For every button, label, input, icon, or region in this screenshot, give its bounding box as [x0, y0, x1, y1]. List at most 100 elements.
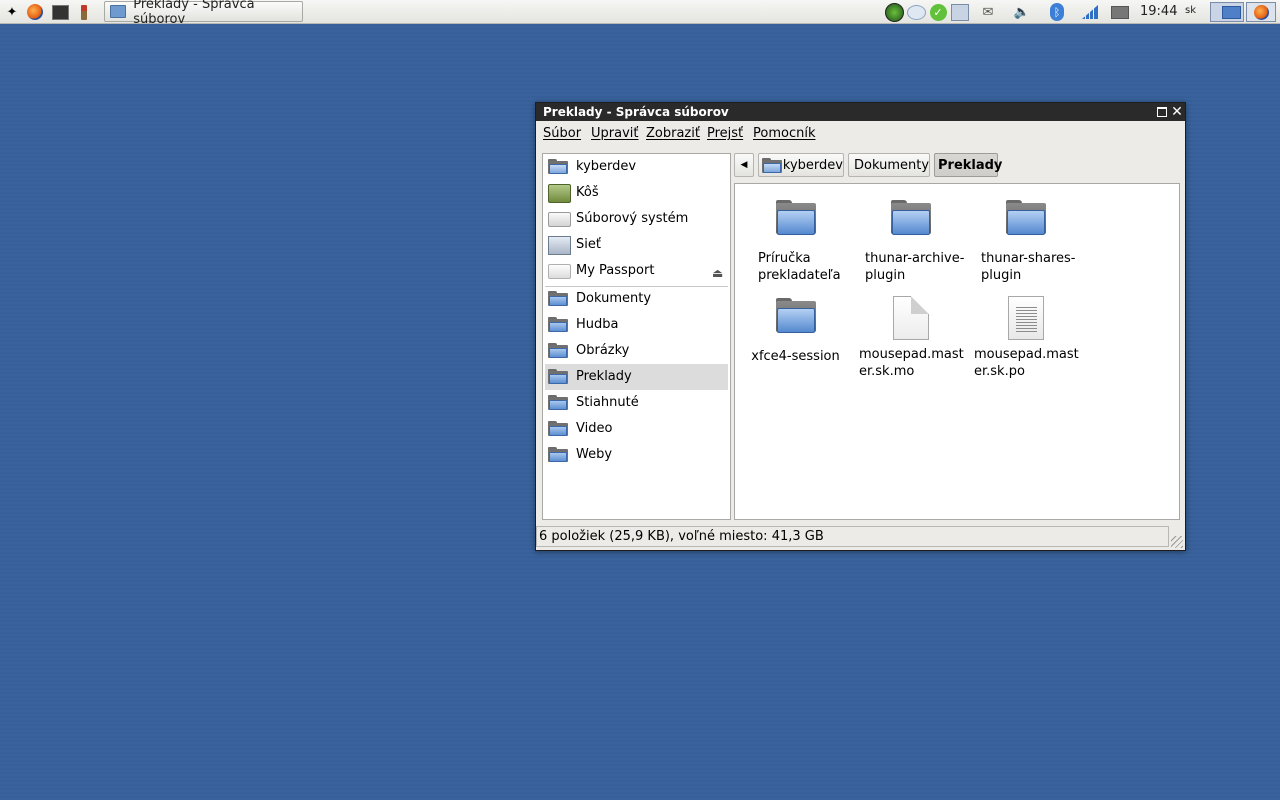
chevron-left-icon: ◀: [740, 160, 748, 170]
chat-icon[interactable]: [906, 3, 926, 21]
signal-icon[interactable]: [1080, 3, 1100, 21]
text-file-icon: [1007, 296, 1044, 340]
sidebar-item-stiahnute[interactable]: Stiahnuté: [545, 390, 728, 416]
file-item-folder[interactable]: Príručka prekladateľa: [738, 200, 853, 284]
settings-brush-icon[interactable]: [74, 2, 94, 22]
menubar: Súbor Upraviť Zobraziť Prejsť Pomocník: [536, 121, 1185, 147]
workspace-2[interactable]: [1246, 2, 1276, 22]
sidebar-item-trash[interactable]: Kôš: [545, 180, 728, 206]
folder-icon: [548, 343, 568, 358]
path-segment-dokumenty[interactable]: Dokumenty: [848, 153, 930, 177]
sidebar-item-label: My Passport: [576, 263, 655, 278]
sidebar-item-weby[interactable]: Weby: [545, 442, 728, 468]
path-segment-kyberdev[interactable]: kyberdev: [758, 153, 844, 177]
firefox-icon: [1253, 4, 1269, 20]
path-segment-label: kyberdev: [782, 157, 843, 173]
file-item-name: Príručka prekladateľa: [758, 251, 841, 283]
path-segment-label: Dokumenty: [854, 157, 930, 173]
sidebar-item-label: kyberdev: [576, 159, 637, 174]
file-item-name: mousepad.master.sk.po: [974, 347, 1079, 379]
file-item-folder[interactable]: xfce4-session: [738, 298, 853, 365]
taskbar-window-button[interactable]: Preklady - Správca súborov: [104, 0, 303, 27]
window-titlebar[interactable]: Preklady - Správca súborov ✕: [536, 103, 1185, 121]
sidebar: kyberdev Kôš Súborový systém Sieť My Pas…: [542, 153, 731, 520]
sidebar-item-label: Dokumenty: [576, 291, 652, 306]
sidebar-item-label: Hudba: [576, 317, 619, 332]
path-segment-label: Preklady: [938, 157, 1003, 173]
globe-icon[interactable]: [884, 2, 904, 22]
folder-icon: [548, 421, 568, 436]
folder-icon: [110, 5, 127, 18]
file-item-folder[interactable]: thunar-shares-plugin: [968, 200, 1083, 284]
taskbar-window-label: Preklady - Správca súborov: [133, 0, 255, 27]
folder-icon: [548, 369, 568, 384]
xfce-mouse-icon[interactable]: ✦: [2, 2, 22, 22]
folder-icon: [890, 200, 932, 236]
sidebar-item-label: Stiahnuté: [576, 395, 639, 410]
clock[interactable]: 19:44: [1140, 4, 1177, 19]
maximize-icon: [1157, 106, 1167, 117]
status-text: 6 položiek (25,9 KB), voľné miesto: 41,3…: [539, 529, 824, 544]
terminal-icon[interactable]: [50, 2, 70, 22]
sidebar-item-filesystem[interactable]: Súborový systém: [545, 206, 728, 232]
folder-icon: [775, 200, 817, 236]
volume-icon[interactable]: 🔈: [1012, 3, 1032, 21]
folder-icon: [548, 395, 568, 410]
sidebar-item-label: Weby: [576, 447, 613, 462]
file-item-name: mousepad.master.sk.mo: [859, 347, 964, 379]
path-bar: ◀ kyberdev Dokumenty Preklady: [734, 153, 1180, 179]
sidebar-item-obrazky[interactable]: Obrázky: [545, 338, 728, 364]
menu-file[interactable]: Súbor: [543, 126, 581, 141]
home-folder-icon: [762, 157, 782, 173]
workspace-1[interactable]: [1210, 2, 1244, 22]
file-item-po-file[interactable]: mousepad.master.sk.po: [968, 296, 1083, 380]
sidebar-item-video[interactable]: Video: [545, 416, 728, 442]
sidebar-item-kyberdev[interactable]: kyberdev: [545, 154, 728, 180]
eject-icon[interactable]: ⏏: [712, 266, 723, 280]
menu-view[interactable]: Zobraziť: [646, 126, 700, 141]
keyboard-layout-indicator[interactable]: sk: [1185, 5, 1196, 16]
status-bar: 6 položiek (25,9 KB), voľné miesto: 41,3…: [536, 526, 1169, 547]
sidebar-item-preklady[interactable]: Preklady: [545, 364, 728, 390]
folder-icon: [1005, 200, 1047, 236]
file-item-mo-file[interactable]: mousepad.master.sk.mo: [853, 296, 968, 380]
menu-edit[interactable]: Upraviť: [591, 126, 638, 141]
folder-icon: [548, 447, 568, 462]
sidebar-item-network[interactable]: Sieť: [545, 232, 728, 258]
folder-icon: [548, 291, 568, 306]
sidebar-item-hudba[interactable]: Hudba: [545, 312, 728, 338]
close-icon: ✕: [1171, 103, 1183, 120]
check-update-icon[interactable]: ✓: [928, 3, 948, 21]
maximize-button[interactable]: [1156, 105, 1168, 118]
sidebar-item-label: Kôš: [576, 185, 599, 200]
external-drive-icon: [548, 264, 571, 279]
file-view: Príručka prekladateľa thunar-archive-plu…: [734, 183, 1180, 520]
drive-icon: [548, 212, 571, 227]
sidebar-item-label: Obrázky: [576, 343, 630, 358]
menu-help[interactable]: Pomocník: [753, 126, 815, 141]
binary-file-icon: [892, 296, 929, 340]
path-segment-preklady[interactable]: Preklady: [934, 153, 1002, 177]
sidebar-item-label: Preklady: [576, 369, 632, 384]
folder-icon: [548, 317, 568, 332]
firefox-icon[interactable]: [25, 2, 45, 22]
file-item-folder[interactable]: thunar-archive-plugin: [853, 200, 968, 284]
close-button[interactable]: ✕: [1171, 103, 1183, 120]
network-manager-icon[interactable]: [950, 3, 970, 21]
network-icon: [548, 236, 571, 255]
mail-icon[interactable]: ✉: [978, 3, 998, 21]
resize-grip[interactable]: [1171, 536, 1183, 548]
sidebar-item-dokumenty[interactable]: Dokumenty: [545, 286, 728, 312]
folder-icon: [775, 298, 817, 334]
menu-go[interactable]: Prejsť: [707, 126, 743, 141]
top-panel: ✦ Preklady - Správca súborov ✓ ✉ 🔈 ᛒ 19:…: [0, 0, 1280, 27]
path-back-button[interactable]: ◀: [734, 153, 754, 177]
file-item-name: thunar-shares-plugin: [981, 251, 1076, 283]
file-item-name: thunar-archive-plugin: [865, 251, 965, 283]
envelope-icon[interactable]: [1110, 3, 1130, 21]
sidebar-item-my-passport[interactable]: My Passport: [545, 258, 728, 284]
window-title: Preklady - Správca súborov: [543, 105, 729, 119]
sidebar-item-label: Video: [576, 421, 613, 436]
file-manager-window: Preklady - Správca súborov ✕ Súbor Uprav…: [535, 102, 1186, 551]
bluetooth-icon[interactable]: ᛒ: [1047, 3, 1067, 21]
